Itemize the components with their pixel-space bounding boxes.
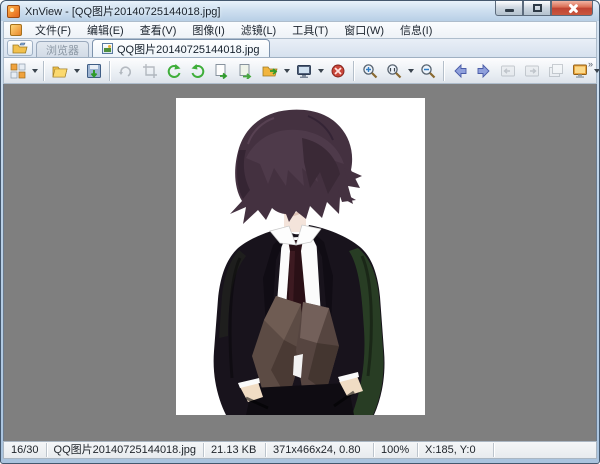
menu-window[interactable]: 窗口(W) [337, 21, 391, 39]
close-icon [567, 3, 578, 14]
toolbar: » [3, 58, 597, 84]
multipage-icon [548, 63, 563, 77]
browser-toggle-button[interactable] [7, 40, 33, 56]
rotate-left-button[interactable] [162, 60, 185, 82]
browser-dropdown[interactable] [30, 60, 39, 82]
zoom-in-icon [362, 63, 377, 78]
browser-folder-icon [12, 42, 28, 54]
status-index: 16/30 [4, 443, 47, 457]
next-frame-icon [524, 65, 539, 76]
toolbar-separator [109, 60, 110, 81]
delete-icon [331, 64, 344, 77]
zoom-ratio-dropdown[interactable] [406, 60, 415, 82]
menu-edit[interactable]: 编辑(E) [80, 21, 131, 39]
rotate-right-icon [191, 63, 204, 78]
zoom-ratio-button[interactable] [382, 60, 405, 82]
copy-page-icon [215, 63, 227, 79]
tab-browser-label: 浏览器 [46, 44, 79, 57]
menu-image[interactable]: 图像(I) [185, 21, 231, 39]
xnview-window: XnView - [QQ图片20140725144018.jpg] 文件(F) … [0, 0, 600, 464]
menu-file[interactable]: 文件(F) [28, 21, 78, 39]
menu-filter[interactable]: 滤镜(L) [234, 21, 283, 39]
menubar: 文件(F) 编辑(E) 查看(V) 图像(I) 滤镜(L) 工具(T) 窗口(W… [3, 21, 597, 38]
delete-button[interactable] [326, 60, 349, 82]
zoom-ratio-icon [386, 63, 401, 78]
status-cursor-position: X:185, Y:0 [418, 443, 495, 457]
slideshow-icon [296, 64, 311, 78]
browser-icon [10, 63, 25, 78]
copy-to-folder-button[interactable] [258, 60, 281, 82]
status-spacer [494, 443, 596, 457]
undo-button [114, 60, 137, 82]
move-page-button[interactable] [234, 60, 257, 82]
window-title: XnView - [QQ图片20140725144018.jpg] [25, 6, 221, 18]
window-frame-bottom [1, 457, 599, 463]
menu-info[interactable]: 信息(I) [393, 21, 439, 39]
first-frame-icon [500, 65, 515, 76]
minimize-icon [504, 8, 514, 12]
status-filesize: 21.13 KB [204, 443, 267, 457]
tab-image[interactable]: QQ图片20140725144018.jpg [92, 39, 270, 57]
menu-view[interactable]: 查看(V) [133, 21, 184, 39]
titlebar: XnView - [QQ图片20140725144018.jpg] [1, 1, 599, 21]
status-dimensions: 371x466x24, 0.80 [266, 443, 375, 457]
next-image-icon [477, 63, 490, 78]
anime-boy-image [176, 98, 425, 415]
toolbar-overflow-chevron[interactable]: » [588, 59, 593, 69]
tabbar: 浏览器 QQ图片20140725144018.jpg [3, 38, 597, 58]
status-filename: QQ图片20140725144018.jpg [47, 443, 205, 457]
monitor-dropdown[interactable] [592, 60, 599, 82]
tab-image-label: QQ图片20140725144018.jpg [117, 43, 260, 56]
multipage-button [544, 60, 567, 82]
first-frame-button [496, 60, 519, 82]
next-frame-button [520, 60, 543, 82]
move-page-icon [239, 63, 251, 79]
maximize-icon [532, 4, 542, 12]
slideshow-button[interactable] [292, 60, 315, 82]
document-menu-icon[interactable] [10, 24, 22, 36]
zoom-in-button[interactable] [358, 60, 381, 82]
image-canvas[interactable] [176, 98, 425, 415]
tab-browser[interactable]: 浏览器 [36, 41, 89, 57]
close-button[interactable] [551, 1, 593, 16]
xnview-app-icon[interactable] [7, 4, 20, 18]
crop-icon [142, 63, 157, 78]
save-button[interactable] [82, 60, 105, 82]
open-dropdown[interactable] [72, 60, 81, 82]
crop-button [138, 60, 161, 82]
window-controls [495, 1, 593, 16]
copy-to-folder-dropdown[interactable] [282, 60, 291, 82]
toolbar-separator [443, 60, 444, 81]
open-button[interactable] [48, 60, 71, 82]
image-viewer-area [3, 84, 597, 441]
undo-icon [118, 65, 131, 77]
image-file-icon [102, 43, 113, 54]
prev-image-button[interactable] [448, 60, 471, 82]
minimize-button[interactable] [495, 1, 523, 16]
copy-page-button[interactable] [210, 60, 233, 82]
save-icon [86, 63, 101, 78]
maximize-button[interactable] [523, 1, 551, 16]
menu-tools[interactable]: 工具(T) [285, 21, 335, 39]
zoom-out-icon [420, 63, 435, 78]
rotate-right-button[interactable] [186, 60, 209, 82]
toolbar-separator [353, 60, 354, 81]
rotate-left-icon [167, 63, 180, 78]
open-icon [52, 66, 68, 77]
monitor-icon [572, 64, 587, 78]
status-zoom-level: 100% [374, 443, 419, 457]
zoom-out-button[interactable] [416, 60, 439, 82]
browser-button[interactable] [6, 60, 29, 82]
prev-image-icon [453, 63, 466, 78]
slideshow-dropdown[interactable] [316, 60, 325, 82]
copy-to-folder-icon [262, 66, 278, 76]
next-image-button[interactable] [472, 60, 495, 82]
toolbar-separator [43, 60, 44, 81]
